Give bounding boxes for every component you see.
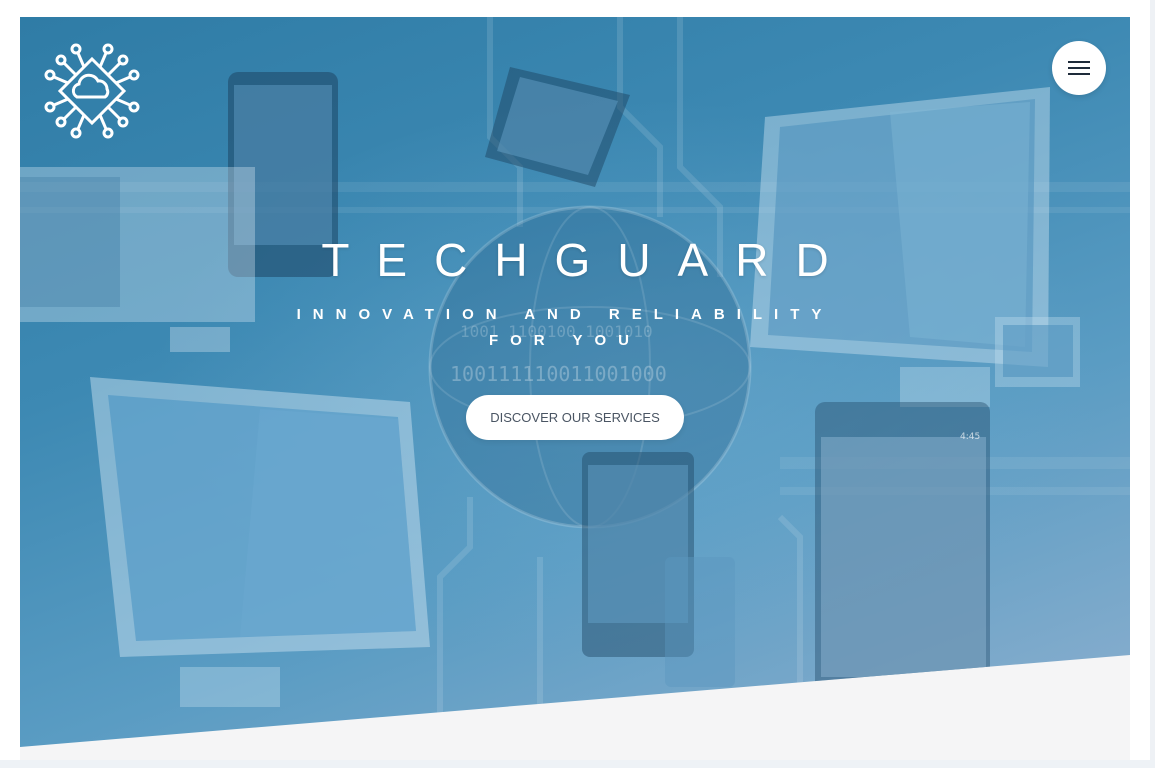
- discover-services-button[interactable]: DISCOVER OUR SERVICES: [466, 395, 684, 440]
- phone-clock-text: 4:45: [960, 432, 980, 442]
- site-tagline: INNOVATION AND RELIABILITY FOR YOU: [296, 306, 834, 349]
- devices-background-illustration: 1001 1100100 1001010 100111110011001000 …: [20, 17, 1130, 747]
- site-title: TECHGUARD: [321, 234, 856, 286]
- landing-page: 1001 1100100 1001010 100111110011001000 …: [20, 17, 1130, 760]
- circuit-cloud-icon: [44, 43, 140, 139]
- bottom-strip: [0, 760, 1155, 768]
- hamburger-menu-icon: [1068, 61, 1090, 75]
- hero-section: 1001 1100100 1001010 100111110011001000 …: [20, 17, 1130, 747]
- menu-toggle-button[interactable]: [1052, 41, 1106, 95]
- browser-viewport: 1001 1100100 1001010 100111110011001000 …: [0, 0, 1155, 768]
- scrollbar-track[interactable]: [1150, 0, 1155, 768]
- binary-text-row: 100111110011001000: [450, 362, 667, 386]
